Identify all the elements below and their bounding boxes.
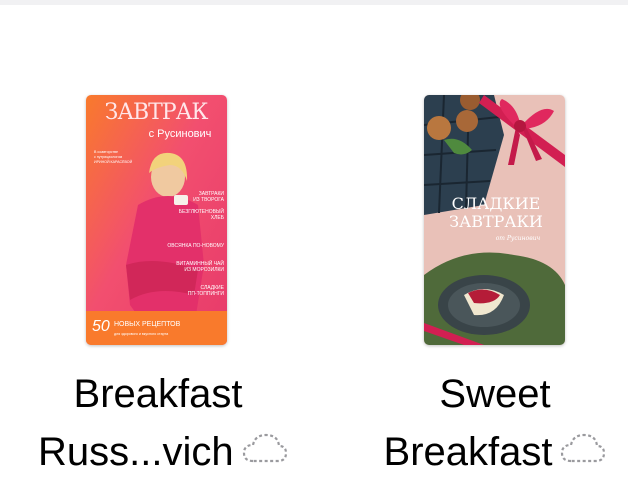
book-title-line2: Breakfast	[375, 428, 615, 478]
book-title-line1: Breakfast	[73, 372, 243, 416]
cover-intro-line: с нутрициологом	[94, 155, 123, 159]
cover-banner-number: 50	[92, 318, 110, 335]
cover-banner-text: НОВЫХ РЕЦЕПТОВ	[114, 321, 181, 328]
cover-subtitle: от Русинович	[496, 235, 541, 242]
book-item[interactable]: ЗАВТРАК с Русинович В соавторстве с нутр…	[38, 0, 287, 491]
cover-intro-line: ИРИНОЙ КАРАСЁВОЙ	[94, 160, 133, 164]
icloud-download-icon[interactable]	[242, 428, 288, 476]
cover-intro-line: В соавторстве	[94, 150, 118, 154]
cover-banner-subtext: для здорового и вкусного старта	[114, 332, 168, 336]
cover-menu-line: ВИТАМИННЫЙ ЧАЙ	[176, 259, 224, 267]
cover-menu-line: ПП-ТОППИНГИ	[188, 291, 225, 297]
cover-menu-line: ОВСЯНКА ПО-НОВОМУ	[167, 243, 224, 249]
icloud-download-icon[interactable]	[560, 428, 606, 476]
cover-menu-line: БЕЗГЛЮТЕНОВЫЙ	[179, 207, 225, 215]
cover-title-line1: СЛАДКИЕ	[452, 194, 541, 213]
cover-title-line2: ЗАВТРАКИ	[449, 212, 543, 231]
book-item[interactable]: СЛАДКИЕ ЗАВТРАКИ от Русинович Sweet Brea…	[375, 0, 615, 491]
book-title-text: Russ...vich	[38, 430, 234, 474]
cover-menu-line: ИЗ ТВОРОГА	[193, 197, 225, 203]
cover-subtitle: с Русинович	[149, 128, 212, 140]
book-cover[interactable]: СЛАДКИЕ ЗАВТРАКИ от Русинович	[424, 95, 565, 345]
book-title-text: Breakfast	[383, 430, 553, 474]
cover-menu-line: ИЗ МОРОЗИЛКИ	[184, 267, 224, 273]
book-cover[interactable]: ЗАВТРАК с Русинович В соавторстве с нутр…	[86, 95, 227, 345]
book-title-line1: Sweet	[439, 372, 551, 416]
cover-title: ЗАВТРАК	[105, 100, 209, 125]
book-title-line2: Russ...vich	[38, 428, 287, 478]
cover-menu-line: ХЛЕБ	[211, 215, 225, 221]
